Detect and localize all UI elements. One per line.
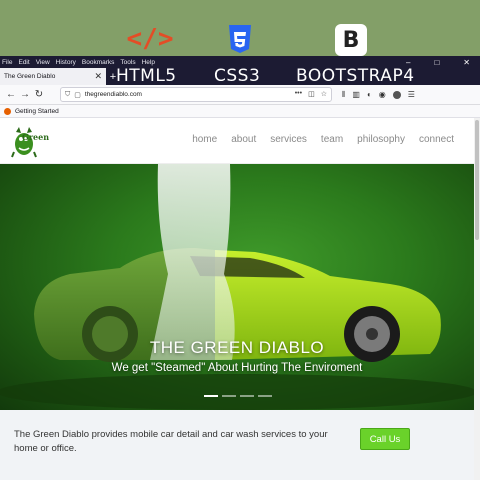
menu-view[interactable]: View (36, 59, 50, 66)
window-controls: – □ ✕ (406, 56, 476, 68)
logo-text: Green (22, 132, 50, 142)
hero-subtitle: We get "Steamed" About Hurting The Envir… (111, 362, 363, 374)
nav-about[interactable]: about (231, 134, 256, 145)
close-tab-icon[interactable]: ✕ (94, 71, 102, 82)
menu-file[interactable]: File (2, 59, 12, 66)
page-actions-icon[interactable]: ••• (295, 90, 302, 98)
browser-window: File Edit View History Bookmarks Tools H… (0, 56, 480, 480)
website: Green home about services team philosoph… (0, 118, 480, 480)
menu-edit[interactable]: Edit (18, 59, 29, 66)
nav-team[interactable]: team (321, 134, 343, 145)
call-us-button[interactable]: Call Us (360, 428, 410, 450)
carousel-indicator[interactable] (222, 395, 236, 397)
nav-philosophy[interactable]: philosophy (357, 134, 405, 145)
hero-title: THE GREEN DIABLO (149, 338, 325, 357)
scrollbar-thumb[interactable] (475, 120, 479, 240)
tab-title: The Green Diablo (4, 73, 56, 80)
extension-icon[interactable]: ◐ (367, 90, 372, 99)
carousel-indicators (204, 395, 272, 397)
sidebar-icon[interactable]: ▥ (352, 90, 360, 99)
address-bar[interactable]: ⛉ ▢ thegreendiablo.com ••• ◫ ☆ (60, 87, 332, 102)
url-text: thegreendiablo.com (84, 91, 142, 98)
minimize-button[interactable]: – (406, 58, 410, 67)
new-tab-button[interactable]: + (106, 68, 120, 85)
back-icon[interactable]: ← (4, 89, 18, 100)
account-icon[interactable]: ◉ (379, 90, 386, 99)
carousel-indicator[interactable] (240, 395, 254, 397)
nav-home[interactable]: home (192, 134, 217, 145)
bookmark-star-icon[interactable]: ☆ (321, 90, 327, 98)
forward-icon[interactable]: → (18, 89, 32, 100)
menu-tools[interactable]: Tools (120, 59, 135, 66)
menu-help[interactable]: Help (142, 59, 155, 66)
carousel-indicator[interactable] (204, 395, 218, 397)
page-scrollbar[interactable] (474, 118, 480, 480)
html5-icon: </> (126, 24, 174, 54)
firefox-icon (4, 107, 11, 115)
pocket-icon[interactable]: ◫ (308, 90, 315, 98)
shield-icon: ⛉ (65, 90, 71, 98)
info-text: The Green Diablo provides mobile car det… (14, 429, 328, 454)
nav-services[interactable]: services (270, 134, 307, 145)
lock-icon: ▢ (74, 91, 81, 99)
maximize-button[interactable]: □ (434, 58, 439, 67)
menu-icon[interactable]: ☰ (408, 90, 415, 99)
nav-toolbar: ← → ↻ ⛉ ▢ thegreendiablo.com ••• ◫ ☆ ⫴ ▥… (0, 85, 480, 105)
carousel-indicator[interactable] (258, 395, 272, 397)
nav-connect[interactable]: connect (419, 134, 454, 145)
toolbar-icons: ⫴ ▥ ◐ ◉ ☰ (342, 90, 415, 100)
site-nav-links: home about services team philosophy conn… (178, 134, 454, 145)
library-icon[interactable]: ⫴ (342, 90, 345, 100)
tab-bar: The Green Diablo ✕ + (0, 68, 480, 85)
close-window-button[interactable]: ✕ (463, 58, 470, 67)
site-header: Green home about services team philosoph… (0, 118, 480, 164)
bookmark-getting-started[interactable]: Getting Started (15, 108, 59, 115)
hero-carousel: THE GREEN DIABLO We get "Steamed" About … (0, 164, 474, 410)
bookmarks-bar: Getting Started (0, 105, 480, 118)
tab-green-diablo[interactable]: The Green Diablo ✕ (0, 68, 106, 85)
menu-history[interactable]: History (56, 59, 76, 66)
avatar[interactable] (392, 90, 401, 99)
menu-bookmarks[interactable]: Bookmarks (82, 59, 115, 66)
menu-bar: File Edit View History Bookmarks Tools H… (0, 56, 480, 68)
url-actions: ••• ◫ ☆ (295, 90, 327, 98)
info-section: The Green Diablo provides mobile car det… (0, 410, 474, 480)
bootstrap-icon: B (335, 24, 367, 56)
css3-icon (220, 22, 260, 56)
reload-icon[interactable]: ↻ (32, 89, 46, 100)
